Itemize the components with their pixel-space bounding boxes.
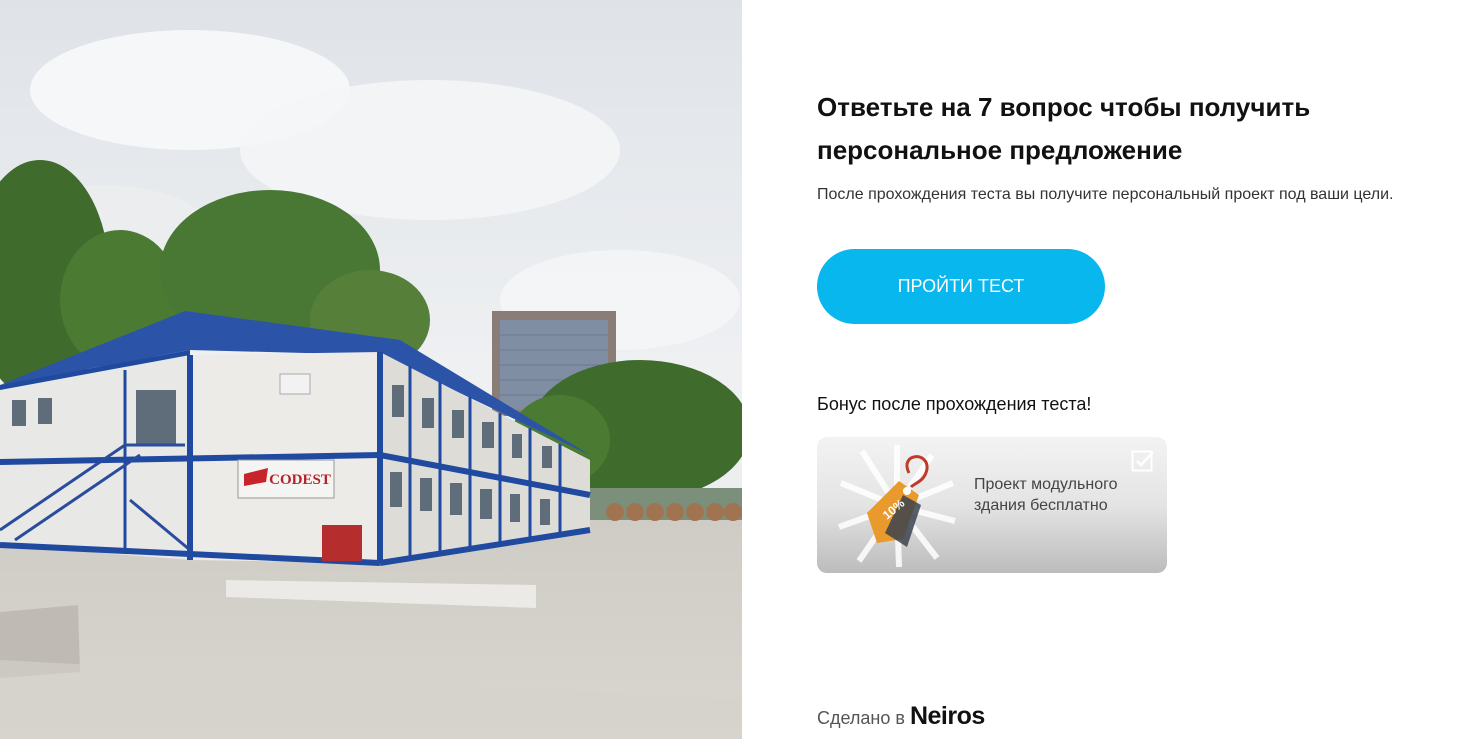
quiz-title: Ответьте на 7 вопрос чтобы получить перс… <box>817 92 1311 165</box>
bonus-card[interactable]: 10% Проект модульного здания бесплатно <box>817 437 1167 573</box>
bonus-card-text: Проект модульного здания бесплатно <box>974 476 1118 514</box>
made-in-label: Сделано в <box>817 708 905 728</box>
discount-tag-icon: 10% <box>837 445 956 568</box>
made-in-neiros: Сделано в Neiros <box>817 701 985 733</box>
start-test-button[interactable]: ПРОЙТИ ТЕСТ <box>817 249 1105 324</box>
hero-photo: CODEST <box>0 0 742 739</box>
neiros-logo-link[interactable]: Neiros <box>910 702 985 730</box>
quiz-subtitle: После прохождения теста вы получите перс… <box>817 186 1394 203</box>
modular-building-photo: CODEST <box>0 0 742 739</box>
bonus-heading: Бонус после прохождения теста! <box>817 394 1092 414</box>
building-sign-text: CODEST <box>269 472 331 488</box>
checkbox-icon[interactable] <box>1131 449 1155 473</box>
quiz-intro-panel: Ответьте на 7 вопрос чтобы получить перс… <box>817 0 1457 739</box>
